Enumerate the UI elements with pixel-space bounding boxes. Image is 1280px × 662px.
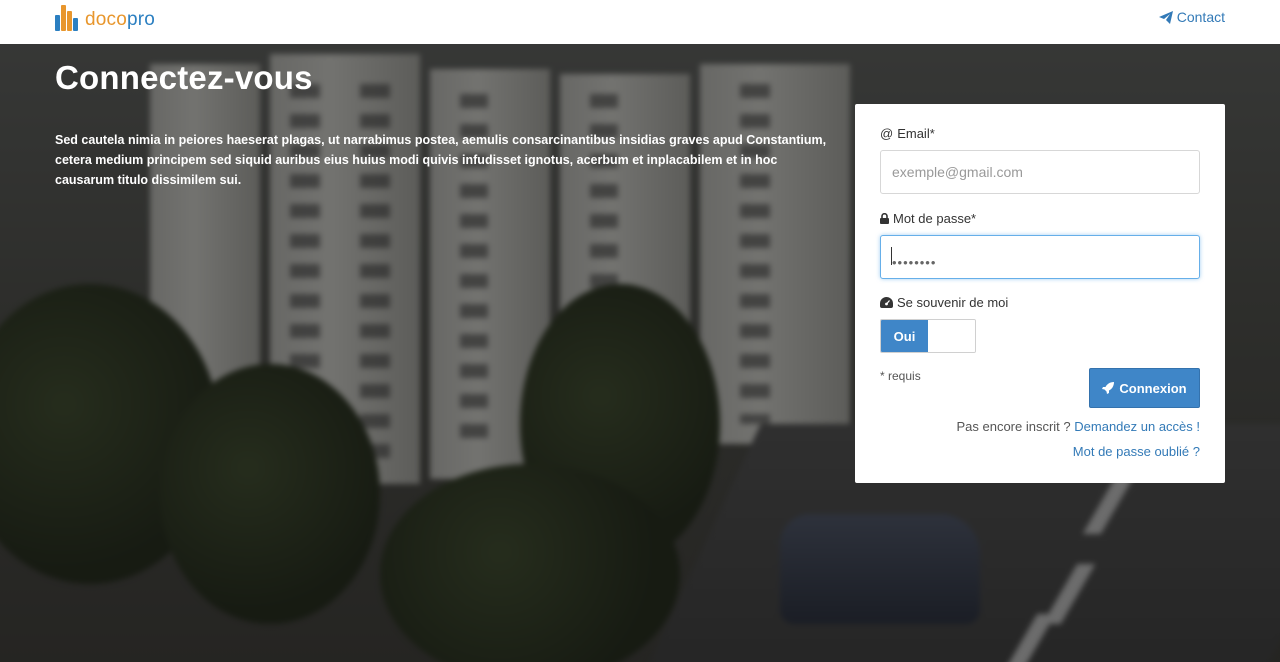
paper-plane-icon	[1158, 10, 1173, 24]
login-button-label: Connexion	[1119, 380, 1187, 396]
required-note: * requis	[880, 369, 921, 383]
contact-label: Contact	[1176, 9, 1225, 25]
signup-prompt-text: Pas encore inscrit ?	[956, 419, 1071, 434]
contact-link[interactable]: Contact	[1158, 9, 1225, 25]
password-field[interactable]	[880, 235, 1200, 279]
forgot-password-line: Mot de passe oublié ?	[1073, 444, 1200, 459]
email-field[interactable]	[880, 150, 1200, 194]
password-label: Mot de passe*	[880, 211, 976, 226]
remember-toggle-on[interactable]: Oui	[881, 320, 928, 352]
lock-icon	[880, 213, 889, 224]
login-card: @ Email* Mot de passe* •••••••• Se souve…	[855, 104, 1225, 483]
brand-name-part2: pro	[127, 9, 156, 30]
remember-toggle-off[interactable]	[928, 320, 975, 352]
forgot-password-link[interactable]: Mot de passe oublié ?	[1073, 444, 1200, 459]
remember-label-text: Se souvenir de moi	[897, 295, 1009, 310]
logo-bars-icon	[55, 5, 79, 31]
dashboard-icon	[880, 297, 893, 308]
password-label-text: Mot de passe*	[893, 211, 977, 226]
text-caret	[891, 247, 892, 265]
brand-name: docopro	[85, 9, 155, 31]
rocket-icon	[1102, 382, 1115, 394]
signup-prompt: Pas encore inscrit ? Demandez un accès !	[956, 419, 1200, 434]
email-label-text: Email*	[897, 126, 935, 141]
hero-description: Sed cautela nimia in peiores haeserat pl…	[55, 133, 827, 187]
top-navbar: docopro Contact	[0, 0, 1280, 44]
email-label: @ Email*	[880, 126, 935, 141]
brand-logo[interactable]: docopro	[55, 5, 155, 31]
brand-name-part1: doco	[85, 9, 128, 30]
login-button[interactable]: Connexion	[1089, 368, 1200, 408]
request-access-link[interactable]: Demandez un accès !	[1074, 419, 1200, 434]
remember-label: Se souvenir de moi	[880, 295, 1008, 310]
page-title: Connectez-vous	[55, 59, 313, 96]
remember-me-toggle[interactable]: Oui	[880, 319, 976, 353]
at-icon: @	[880, 126, 894, 141]
